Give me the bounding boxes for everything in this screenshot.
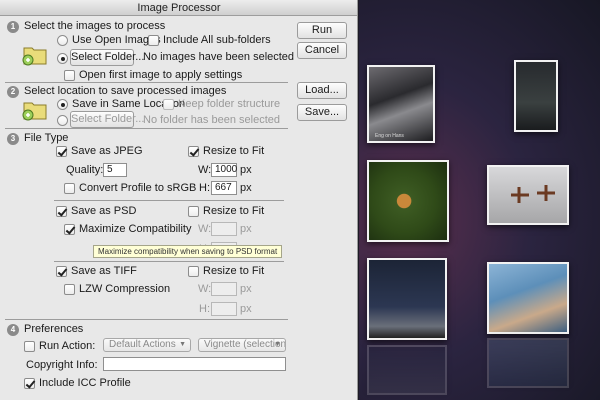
action-select[interactable]: Vignette (selection ▼ (198, 338, 286, 352)
include-subfolders-checkbox[interactable] (148, 35, 159, 46)
tiff-width-label: W: (198, 283, 212, 295)
tiff-resize-label: Resize to Fit (203, 265, 265, 277)
photo-thumbnail[interactable] (487, 165, 569, 225)
tiff-height-unit: px (240, 303, 252, 315)
maximize-compatibility-label: Maximize Compatibility (79, 223, 192, 235)
quality-input[interactable]: 5 (103, 163, 127, 177)
photo-reflection (487, 338, 569, 388)
section-title-preferences: Preferences (24, 323, 84, 335)
jpeg-height-unit: px (240, 182, 252, 194)
psd-resize-checkbox[interactable] (188, 206, 199, 217)
photo-caption: Eng on Hans (375, 133, 404, 139)
tiff-height-label: H: (199, 303, 210, 315)
quality-label: Quality: (66, 164, 104, 176)
photo-thumbnail[interactable] (367, 258, 447, 340)
jpeg-width-input[interactable]: 1000 (211, 163, 237, 177)
include-icc-checkbox[interactable] (24, 378, 35, 389)
photo-thumbnail[interactable] (367, 160, 449, 242)
include-icc-label: Include ICC Profile (39, 377, 131, 389)
save-as-jpeg-label: Save as JPEG (71, 145, 143, 157)
photo-thumbnail[interactable] (487, 262, 569, 334)
load-button[interactable]: Load... (297, 82, 347, 99)
chevron-down-icon: ▼ (179, 341, 186, 348)
copyright-label: Copyright Info: (26, 359, 98, 371)
section-number-2: 2 (7, 86, 19, 98)
photo-reflection (367, 345, 447, 395)
tiff-width-input[interactable] (211, 282, 237, 296)
use-open-images-radio[interactable] (57, 35, 68, 46)
section-number-1: 1 (7, 21, 19, 33)
run-button[interactable]: Run (297, 22, 347, 39)
open-first-image-label: Open first image to apply settings (79, 69, 243, 81)
photo-thumbnail[interactable] (514, 60, 558, 132)
psd-resize-label: Resize to Fit (203, 205, 265, 217)
image-browser-backdrop: Eng on Hans (359, 0, 600, 400)
action-set-select[interactable]: Default Actions ▼ (103, 338, 191, 352)
save-as-psd-label: Save as PSD (71, 205, 137, 217)
jpeg-height-input[interactable]: 667 (211, 181, 237, 195)
save-as-tiff-checkbox[interactable] (56, 266, 67, 277)
save-same-location-radio[interactable] (57, 99, 68, 110)
photo-thumbnail[interactable]: Eng on Hans (367, 65, 435, 143)
psd-width-unit: px (240, 223, 252, 235)
jpeg-width-label: W: (198, 164, 212, 176)
maximize-compatibility-checkbox[interactable] (64, 224, 75, 235)
divider (54, 200, 284, 201)
jpeg-resize-label: Resize to Fit (203, 145, 265, 157)
chevron-down-icon: ▼ (274, 341, 281, 348)
maximize-compatibility-tooltip: Maximize compatibility when saving to PS… (93, 245, 283, 258)
section-title-file-type: File Type (24, 132, 69, 144)
keep-folder-structure-checkbox[interactable] (163, 99, 174, 110)
run-action-checkbox[interactable] (24, 341, 35, 352)
save-as-jpeg-checkbox[interactable] (56, 146, 67, 157)
divider (5, 128, 288, 129)
section-title-save-location: Select location to save processed images (24, 85, 227, 97)
tiff-resize-checkbox[interactable] (188, 266, 199, 277)
jpeg-width-unit: px (240, 164, 252, 176)
section-number-4: 4 (7, 324, 19, 336)
select-source-folder-button[interactable]: Select Folder... (70, 49, 144, 66)
jpeg-height-label: H: (199, 182, 210, 194)
jpeg-resize-checkbox[interactable] (188, 146, 199, 157)
tiff-height-input[interactable] (211, 302, 237, 316)
psd-width-input[interactable] (211, 222, 237, 236)
divider (5, 82, 288, 83)
window-title: Image Processor (0, 0, 357, 16)
select-destination-folder-button[interactable]: Select Folder... (70, 111, 144, 128)
no-images-status: No images have been selected (143, 51, 295, 63)
section-title-select-images: Select the images to process (24, 20, 166, 32)
tiff-width-unit: px (240, 283, 252, 295)
divider (54, 261, 284, 262)
folder-icon (22, 47, 47, 66)
open-first-image-checkbox[interactable] (64, 70, 75, 81)
section-number-3: 3 (7, 133, 19, 145)
select-folder-radio[interactable] (57, 53, 68, 64)
lzw-compression-checkbox[interactable] (64, 284, 75, 295)
airplane-icon (511, 185, 555, 203)
action-set-value: Default Actions (109, 339, 176, 350)
divider (5, 319, 288, 320)
save-button[interactable]: Save... (297, 104, 347, 121)
copyright-input[interactable] (103, 357, 286, 371)
convert-srgb-label: Convert Profile to sRGB (79, 182, 197, 194)
image-processor-dialog: Image Processor Run Cancel Load... Save.… (0, 0, 358, 400)
run-action-label: Run Action: (39, 340, 96, 352)
select-destination-radio[interactable] (57, 115, 68, 126)
save-as-psd-checkbox[interactable] (56, 206, 67, 217)
psd-width-label: W: (198, 223, 212, 235)
include-subfolders-label: Include All sub-folders (163, 34, 271, 46)
keep-folder-structure-label: Keep folder structure (178, 98, 281, 110)
no-folder-status: No folder has been selected (143, 114, 280, 126)
folder-icon (22, 102, 47, 121)
save-as-tiff-label: Save as TIFF (71, 265, 137, 277)
convert-srgb-checkbox[interactable] (64, 183, 75, 194)
cancel-button[interactable]: Cancel (297, 42, 347, 59)
lzw-compression-label: LZW Compression (79, 283, 171, 295)
